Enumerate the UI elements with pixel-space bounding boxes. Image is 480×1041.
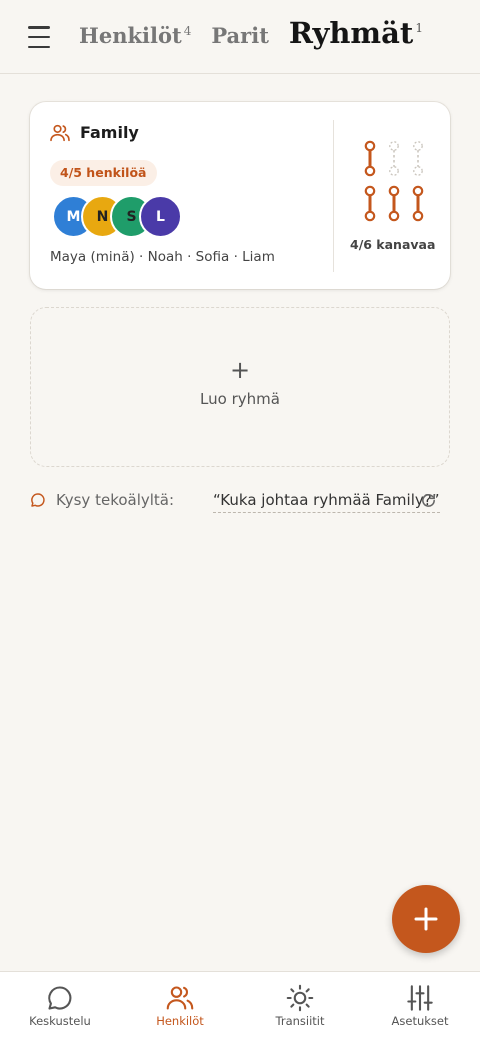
tab-count: 1 xyxy=(415,21,423,36)
channel-active xyxy=(364,140,376,177)
refresh-icon[interactable] xyxy=(420,492,437,509)
tab-count: 4 xyxy=(183,24,192,38)
sun-icon xyxy=(286,984,314,1012)
channels-label: 4/6 kanavaa xyxy=(350,237,436,252)
group-card[interactable]: Family 4/5 henkilöä M N S L Maya (minä) … xyxy=(30,102,450,289)
nav-keskustelu[interactable]: Keskustelu xyxy=(0,972,120,1041)
channel-inactive xyxy=(413,141,423,176)
member-names: Maya (minä) · Noah · Sofia · Liam xyxy=(50,249,275,265)
avatar-initial: N xyxy=(96,208,109,225)
add-fab-button[interactable] xyxy=(392,885,460,953)
plus-icon xyxy=(414,907,438,931)
card-divider xyxy=(333,120,334,272)
menu-icon[interactable] xyxy=(28,26,54,48)
nav-henkilot[interactable]: Henkilöt xyxy=(120,972,240,1041)
group-title-row: Family xyxy=(50,123,139,142)
speech-bubble-icon xyxy=(31,493,45,507)
tab-henkilot[interactable]: Henkilöt 4 xyxy=(79,23,191,48)
avatar: L xyxy=(139,195,182,238)
group-people-icon xyxy=(50,124,70,141)
member-count-badge: 4/5 henkilöä xyxy=(50,160,157,186)
tab-label: Parit xyxy=(211,23,269,48)
channels-diagram xyxy=(364,140,424,222)
ask-ai-row: Kysy tekoälyltä: “Kuka johtaa ryhmää Fam… xyxy=(30,489,450,515)
chat-icon xyxy=(48,986,72,1010)
tab-parit[interactable]: Parit xyxy=(211,23,269,48)
nav-label: Keskustelu xyxy=(29,1014,91,1028)
avatar-stack: M N S L xyxy=(52,195,192,239)
nav-label: Asetukset xyxy=(391,1014,449,1028)
people-icon xyxy=(166,986,194,1010)
sliders-icon xyxy=(407,985,433,1011)
create-group-button[interactable]: + Luo ryhmä xyxy=(30,307,450,467)
tab-bar: Henkilöt 4 Parit Ryhmät 1 xyxy=(79,16,443,50)
tab-ryhmat[interactable]: Ryhmät 1 xyxy=(289,16,423,50)
avatar-initial: S xyxy=(126,208,137,225)
nav-transiitit[interactable]: Transiitit xyxy=(240,972,360,1041)
bottom-navigation: Keskustelu Henkilöt Transiitit Asetukset xyxy=(0,971,480,1041)
nav-asetukset[interactable]: Asetukset xyxy=(360,972,480,1041)
channel-active xyxy=(388,185,400,222)
nav-label: Henkilöt xyxy=(156,1014,204,1028)
avatar-initial: M xyxy=(66,208,81,225)
ask-ai-suggestion[interactable]: “Kuka johtaa ryhmää Family?” xyxy=(213,491,440,513)
ask-ai-prefix: Kysy tekoälyltä: xyxy=(56,491,175,509)
plus-icon: + xyxy=(229,356,251,384)
nav-label: Transiitit xyxy=(275,1014,325,1028)
channel-active xyxy=(412,185,424,222)
create-group-label: Luo ryhmä xyxy=(200,390,280,408)
tab-label: Ryhmät xyxy=(288,16,414,50)
channel-active xyxy=(364,185,376,222)
tab-label: Henkilöt xyxy=(79,23,182,48)
channel-inactive xyxy=(389,141,399,176)
app-header: Henkilöt 4 Parit Ryhmät 1 xyxy=(0,0,480,74)
avatar-initial: L xyxy=(156,208,165,225)
group-name: Family xyxy=(80,123,139,142)
